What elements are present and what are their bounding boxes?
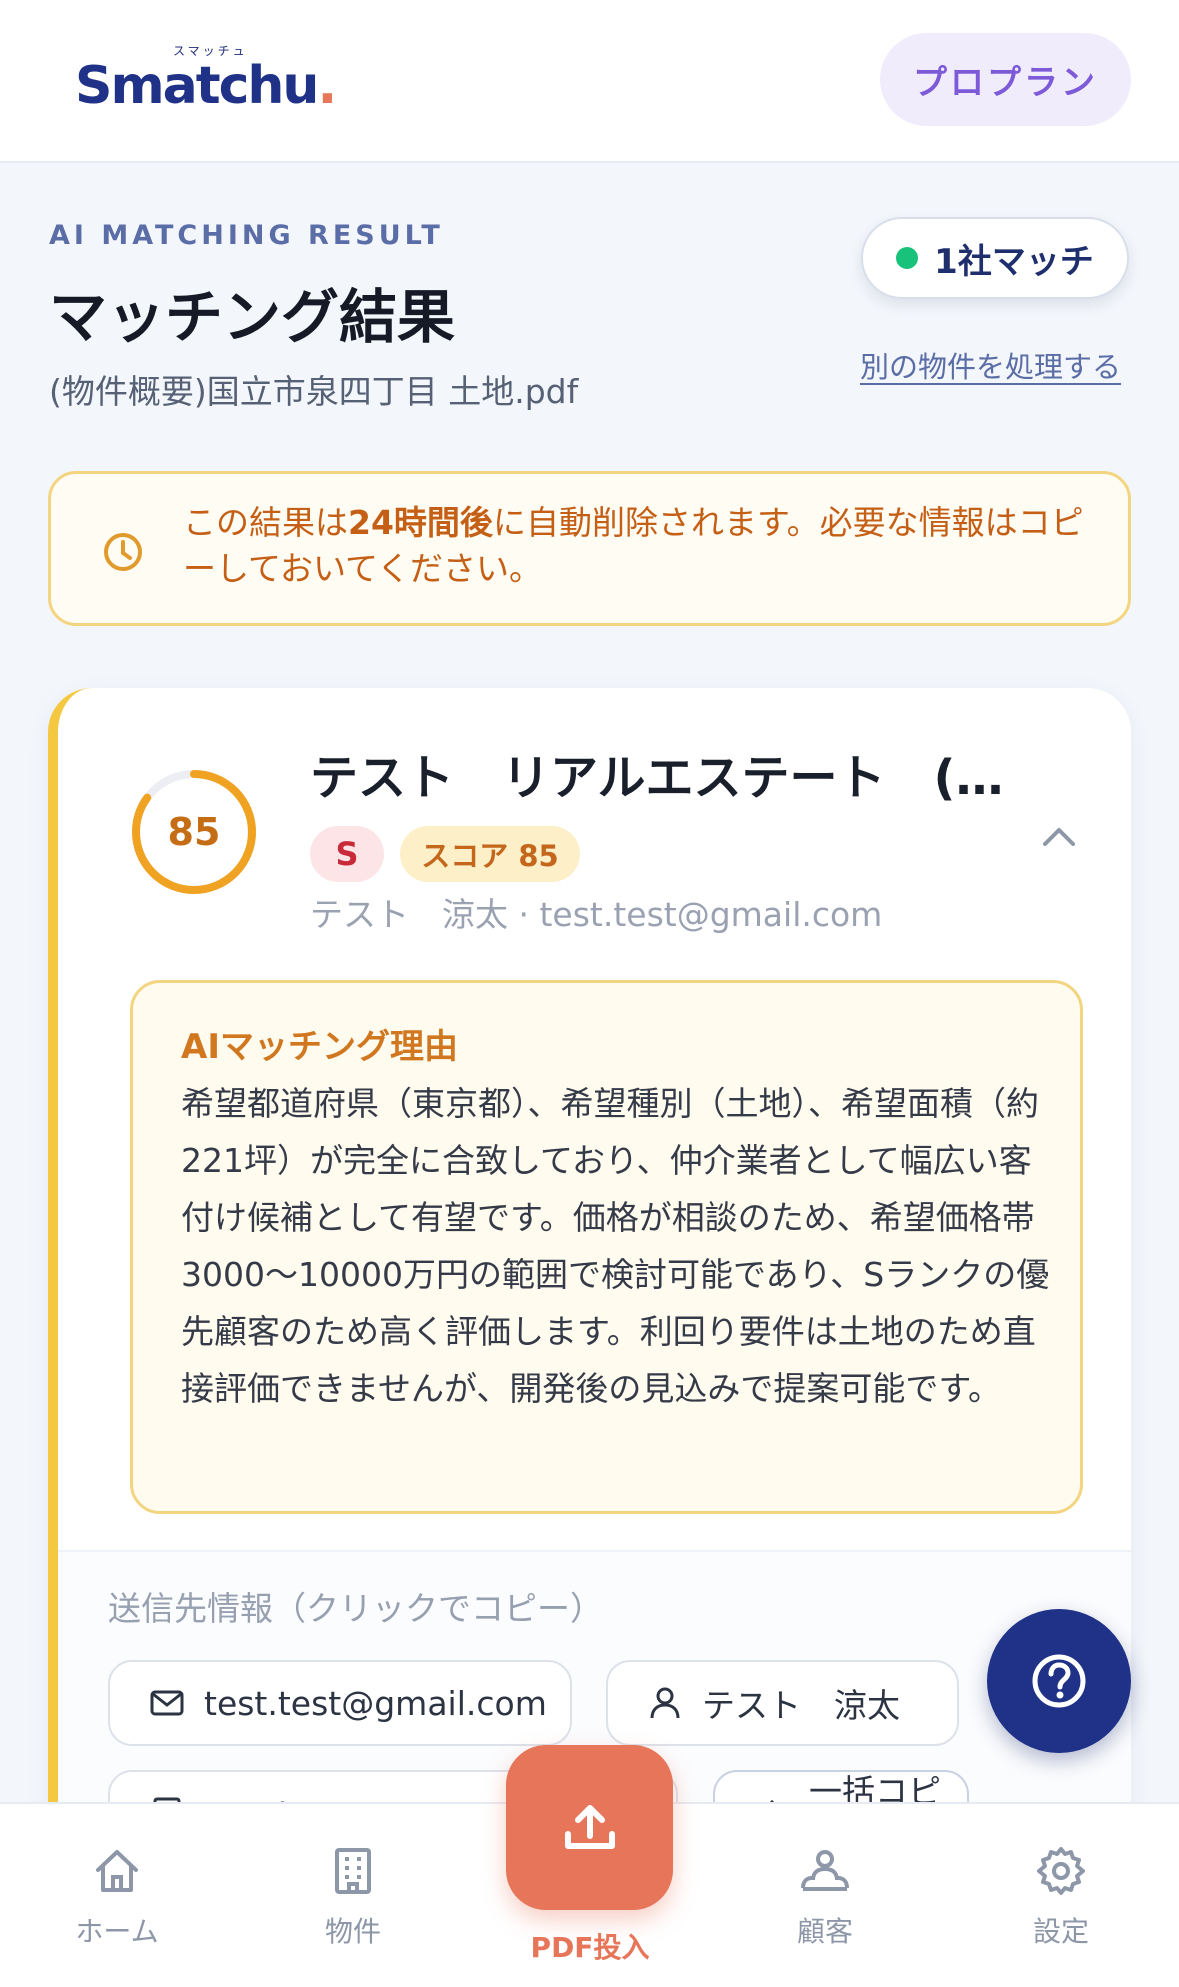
recipient-label: 送信先情報（クリックでコピー） (108, 1589, 603, 1628)
plan-badge[interactable]: プロプラン (880, 33, 1131, 126)
nav-upload-label: PDF投入 (530, 1931, 650, 1964)
recipient-email: test.test@gmail.com (204, 1683, 547, 1723)
score-value: 85 (167, 810, 221, 854)
warning-prefix: この結果は (183, 503, 348, 542)
recipient-person: テスト 涼太 (702, 1686, 900, 1725)
score-badge: スコア 85 (400, 826, 580, 882)
nav-property-label: 物件 (324, 1915, 381, 1948)
auto-delete-warning: この結果は24時間後に自動削除されます。必要な情報はコピーしておいてください。 (48, 471, 1131, 626)
nav-customer[interactable]: 顧客 (745, 1844, 905, 1964)
page-title: マッチング結果 (49, 283, 456, 351)
gear-icon (1037, 1847, 1085, 1895)
upload-icon (564, 1804, 615, 1849)
help-circle-icon (1032, 1654, 1086, 1708)
reason-body: 希望都道府県（東京都）、希望種別（土地）、希望面積（約221坪）が完全に合致して… (181, 1084, 1050, 1408)
rank-badge: S (310, 826, 384, 882)
nav-home[interactable]: ホーム (37, 1844, 197, 1964)
contact-summary: テスト 涼太 · test.test@gmail.com (310, 895, 883, 934)
building-icon (335, 1848, 371, 1894)
app-header: スマッチュ Smatchu. プロプラン (0, 0, 1179, 163)
nav-settings-label: 設定 (1032, 1915, 1089, 1948)
users-icon (801, 1850, 849, 1891)
process-other-property-link[interactable]: 別の物件を処理する (860, 344, 1121, 386)
clock-icon (104, 533, 142, 571)
result-eyebrow: AI MATCHING RESULT (49, 220, 444, 251)
nav-settings[interactable]: 設定 (981, 1844, 1141, 1964)
warning-emphasis: 24時間後 (348, 503, 493, 542)
file-name: (物件概要)国立市泉四丁目 土地.pdf (49, 372, 579, 411)
logo[interactable]: スマッチュ Smatchu. (75, 42, 345, 122)
match-count-pill: 1社マッチ (861, 217, 1129, 299)
matching-result-screen: スマッチュ Smatchu. プロプラン AI MATCHING RESULT … (0, 0, 1179, 1987)
logo-text: Smatchu (75, 56, 319, 116)
chevron-up-icon[interactable] (1038, 816, 1080, 858)
pdf-upload-button[interactable] (506, 1745, 673, 1910)
mail-icon (150, 1690, 184, 1716)
status-dot-icon (896, 247, 919, 269)
copy-person-chip[interactable]: テスト 涼太 (606, 1660, 959, 1746)
help-button[interactable] (987, 1609, 1131, 1753)
match-count-label: 1社マッチ (934, 241, 1094, 282)
copy-email-chip[interactable]: test.test@gmail.com (108, 1660, 572, 1746)
nav-customer-label: 顧客 (796, 1915, 853, 1948)
logo-wordmark: Smatchu. (75, 56, 337, 116)
company-name: テスト リアルエステート (… (310, 750, 1004, 806)
warning-text: この結果は24時間後に自動削除されます。必要な情報はコピーしておいてください。 (183, 500, 1103, 592)
reason-title: AIマッチング理由 (181, 1027, 458, 1067)
ai-reason-box: AIマッチング理由 希望都道府県（東京都）、希望種別（土地）、希望面積（約221… (130, 980, 1083, 1514)
logo-dot: . (317, 56, 337, 116)
user-icon (650, 1687, 680, 1719)
nav-property[interactable]: 物件 (273, 1844, 433, 1964)
home-icon (96, 1850, 138, 1892)
nav-home-label: ホーム (75, 1915, 159, 1948)
